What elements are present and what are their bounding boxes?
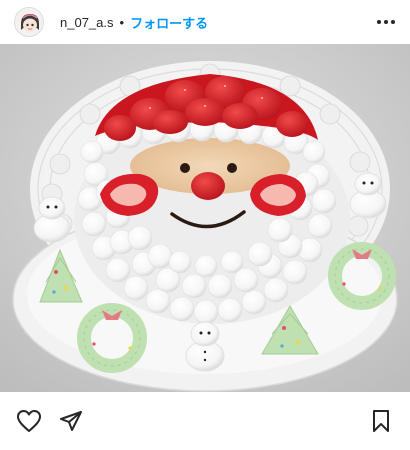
- snowman-bottom: [185, 321, 225, 372]
- avatar[interactable]: [14, 7, 44, 37]
- post-photo[interactable]: [0, 44, 410, 392]
- separator-dot: •: [119, 14, 125, 30]
- heart-icon[interactable]: [14, 406, 44, 436]
- santa-eye-left: [180, 163, 190, 173]
- action-bar: [0, 392, 410, 450]
- follow-button[interactable]: フォローする: [130, 13, 208, 32]
- post-header: n_07_a.s • フォローする: [0, 0, 410, 44]
- santa-eye-right: [227, 163, 237, 173]
- santa-cake-photo: [0, 44, 410, 392]
- username[interactable]: n_07_a.s: [60, 15, 114, 30]
- santa-nose: [191, 172, 225, 200]
- bookmark-icon[interactable]: [366, 406, 396, 436]
- paper-plane-icon[interactable]: [56, 406, 86, 436]
- more-dots-icon[interactable]: [374, 10, 398, 34]
